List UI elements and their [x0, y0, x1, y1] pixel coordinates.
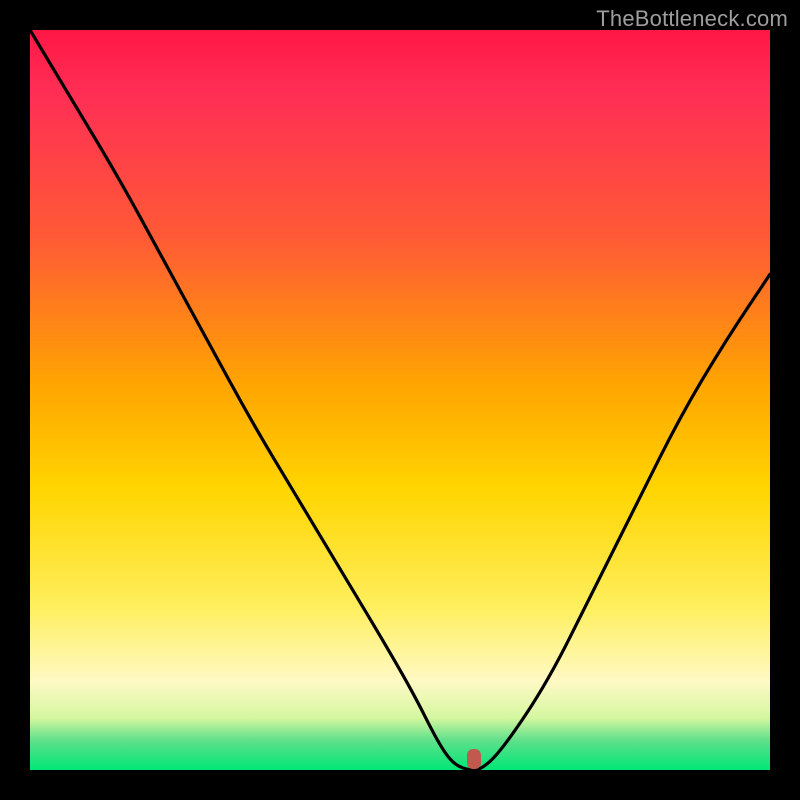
plot-area — [30, 30, 770, 770]
chart-frame: TheBottleneck.com — [0, 0, 800, 800]
line-chart — [30, 30, 770, 770]
bottleneck-curve — [30, 30, 770, 770]
watermark-text: TheBottleneck.com — [596, 6, 788, 32]
min-marker — [467, 749, 481, 769]
